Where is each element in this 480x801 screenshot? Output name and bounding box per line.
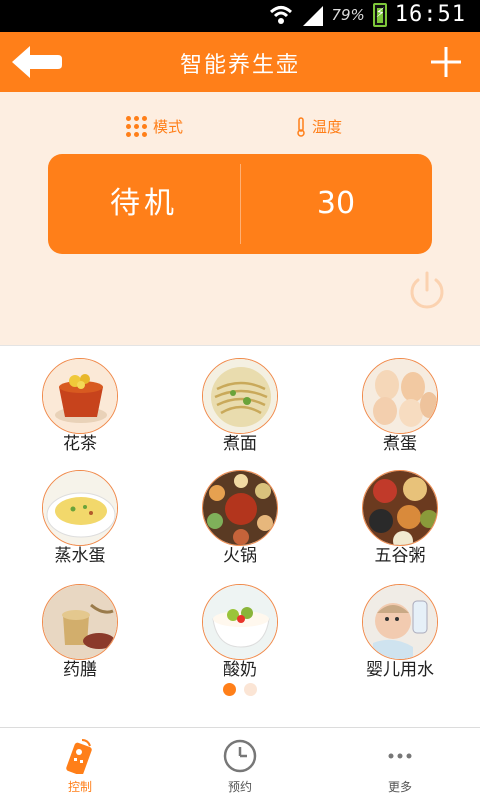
page-indicator (223, 683, 257, 696)
temperature-value: 30 (316, 186, 356, 221)
steamed-egg-icon (42, 470, 118, 546)
tab-mode[interactable]: 模式 (126, 116, 183, 137)
status-clock: 16:51 (394, 2, 466, 27)
recipe-item-flower-tea[interactable]: 花茶 (0, 346, 160, 456)
plus-icon[interactable] (428, 44, 464, 80)
power-icon[interactable] (406, 270, 448, 312)
status-display[interactable]: 待机 30 (48, 154, 432, 254)
mode-value: 待机 (110, 186, 178, 221)
app-bar: 智能养生壶 (0, 32, 480, 92)
recipe-label: 药膳 (63, 660, 97, 680)
page-dot-active[interactable] (223, 683, 236, 696)
remote-control-icon (66, 739, 92, 774)
battery-icon: ⚡ (372, 2, 387, 27)
recipe-item-yogurt[interactable]: 酸奶 (160, 572, 320, 682)
page-title: 智能养生壶 (179, 53, 300, 78)
hotpot-icon (202, 470, 278, 546)
recipe-item-steamed-egg[interactable]: 蒸水蛋 (0, 458, 160, 568)
recipe-item-herbal-soup[interactable]: 药膳 (0, 572, 160, 682)
recipe-label: 火锅 (223, 546, 257, 566)
recipe-label: 煮面 (223, 434, 257, 454)
recipe-grid: 花茶 煮面 煮蛋 蒸水蛋 火锅 五谷粥 药膳 酸奶 婴儿用水 (0, 345, 480, 727)
baby-water-icon (362, 584, 438, 660)
grains-icon (362, 470, 438, 546)
tab-mode-label: 模式 (153, 118, 184, 136)
page-dot[interactable] (244, 683, 257, 696)
nav-control[interactable]: 控制 (0, 728, 160, 801)
recipe-label: 婴儿用水 (366, 660, 434, 680)
nav-label: 控制 (67, 780, 92, 794)
recipe-label: 蒸水蛋 (54, 546, 106, 566)
yogurt-icon (202, 584, 278, 660)
recipe-label: 煮蛋 (383, 434, 417, 454)
grid-dots-icon (126, 116, 147, 137)
recipe-label: 花茶 (63, 434, 97, 454)
flower-tea-icon (42, 358, 118, 434)
eggs-icon (362, 358, 438, 434)
noodles-icon (202, 358, 278, 434)
recipe-item-eggs[interactable]: 煮蛋 (320, 346, 480, 456)
recipe-item-grains[interactable]: 五谷粥 (320, 458, 480, 568)
recipe-item-noodles[interactable]: 煮面 (160, 346, 320, 456)
recipe-item-baby-water[interactable]: 婴儿用水 (320, 572, 480, 682)
recipe-label: 五谷粥 (374, 546, 426, 566)
tab-temperature[interactable]: 温度 (296, 116, 342, 137)
signal-icon (303, 5, 324, 26)
recipe-label: 酸奶 (223, 660, 257, 680)
clock-icon (223, 739, 257, 773)
status-bar: 79% ⚡ 16:51 (0, 0, 480, 32)
nav-schedule[interactable]: 预约 (160, 728, 320, 801)
herbal-soup-icon (42, 584, 118, 660)
nav-label: 更多 (387, 780, 412, 794)
thermometer-icon (297, 116, 305, 137)
more-dots-icon (388, 753, 412, 759)
nav-label: 预约 (227, 780, 252, 794)
wifi-icon (270, 5, 293, 24)
recipe-item-hotpot[interactable]: 火锅 (160, 458, 320, 568)
tab-temperature-label: 温度 (312, 118, 343, 136)
nav-more[interactable]: 更多 (320, 728, 480, 801)
bottom-nav: 控制 预约 更多 (0, 727, 480, 800)
battery-percent: 79% (331, 5, 365, 24)
control-panel: 模式 温度 待机 30 (0, 92, 480, 345)
